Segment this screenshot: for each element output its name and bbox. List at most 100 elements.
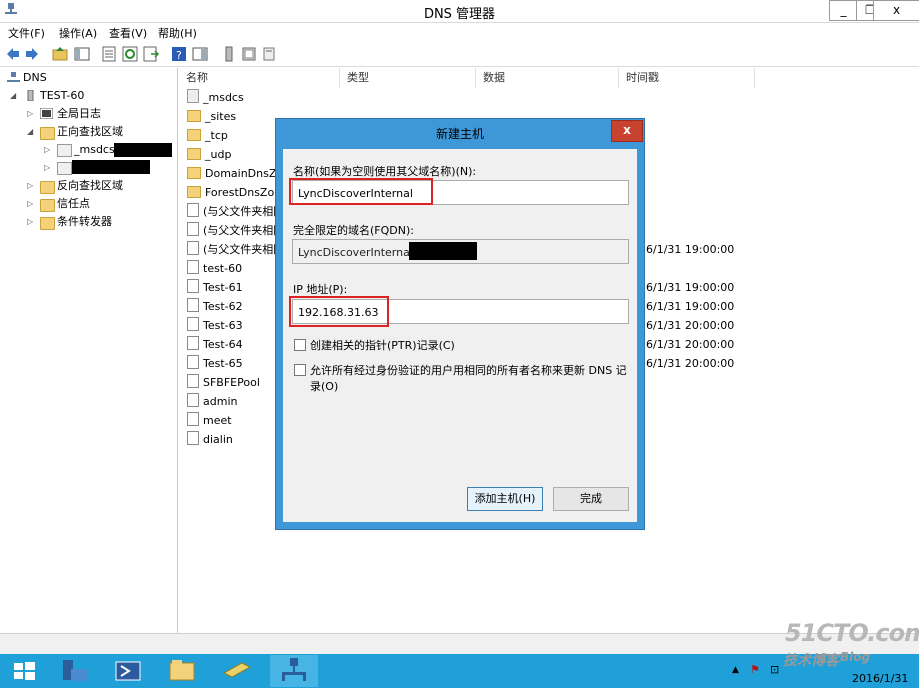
record-name: Test-62 <box>203 300 243 313</box>
tree-item-conditional-forwarders[interactable]: 条件转发器 <box>57 214 112 230</box>
menu-file[interactable]: 文件(F) <box>8 25 45 41</box>
clock-date[interactable]: 2016/1/31 <box>852 672 908 685</box>
collapse-arrow-icon[interactable]: ▷ <box>27 199 33 208</box>
menu-action[interactable]: 操作(A) <box>59 25 97 41</box>
record-name: _tcp <box>205 129 228 142</box>
console-pane-icon[interactable] <box>192 46 208 62</box>
add-host-button[interactable]: 添加主机(H) <box>467 487 543 511</box>
folder-icon <box>187 167 201 179</box>
column-header-type[interactable]: 类型 <box>340 68 476 88</box>
table-row[interactable]: _udp <box>187 146 231 164</box>
dialog-title: 新建主机 <box>435 127 484 141</box>
record-name: _msdcs <box>203 91 244 104</box>
up-folder-icon[interactable] <box>52 46 68 62</box>
server-manager-icon[interactable] <box>51 655 99 687</box>
record-timestamp: 6/1/31 19:00:00 <box>646 300 735 313</box>
record-timestamp: 6/1/31 20:00:00 <box>646 338 735 351</box>
ptr-checkbox[interactable] <box>294 339 306 351</box>
tree-item-dns[interactable]: DNS <box>23 70 47 86</box>
record-name: (与父文件夹相同 <box>203 243 285 256</box>
network-icon[interactable]: ⊡ <box>770 663 779 676</box>
table-row[interactable]: _sites <box>187 108 236 126</box>
collapse-arrow-icon[interactable]: ▷ <box>27 181 33 190</box>
collapse-arrow-icon[interactable]: ▷ <box>27 217 33 226</box>
record-name: dialin <box>203 433 233 446</box>
record-name: SFBFEPool <box>203 376 260 389</box>
collapse-arrow-icon[interactable]: ▷ <box>44 163 50 172</box>
tools-icon[interactable] <box>212 655 260 687</box>
column-header-name[interactable]: 名称 <box>179 68 340 88</box>
record-icon <box>187 241 199 255</box>
back-arrow-icon[interactable] <box>5 46 21 62</box>
properties-icon[interactable] <box>101 46 117 62</box>
watermark-blog: Blog <box>840 650 871 664</box>
tree-item-global-log[interactable]: 全局日志 <box>57 106 101 122</box>
record-icon <box>187 431 199 445</box>
export-list-icon[interactable] <box>143 46 159 62</box>
table-row[interactable]: Test-64 <box>187 336 243 354</box>
allow-update-label: 允许所有经过身份验证的用户用相同的所有者名称来更新 DNS 记 <box>310 364 627 377</box>
record-icon <box>187 260 199 274</box>
table-row[interactable]: Test-63 <box>187 317 243 335</box>
menu-view[interactable]: 查看(V) <box>109 25 147 41</box>
tree-item-trust-points[interactable]: 信任点 <box>57 196 90 212</box>
ptr-label: 创建相关的指针(PTR)记录(C) <box>310 339 455 352</box>
tray-arrow-icon[interactable]: ▲ <box>732 665 739 675</box>
expand-arrow-icon[interactable]: ◢ <box>27 127 33 136</box>
record-timestamp: 6/1/31 19:00:00 <box>646 281 735 294</box>
zone-icon <box>57 162 72 175</box>
svg-text:?: ? <box>176 49 182 62</box>
tree-item-msdcs[interactable]: _msdcs <box>74 142 115 158</box>
file-explorer-icon[interactable] <box>158 655 206 687</box>
table-row[interactable]: dialin <box>187 431 233 449</box>
table-row[interactable]: Test-61 <box>187 279 243 297</box>
record-name: _udp <box>205 148 232 161</box>
close-window-button[interactable]: x <box>873 0 919 21</box>
record-icon <box>187 412 199 426</box>
table-row[interactable]: ForestDnsZone <box>187 184 288 202</box>
table-row[interactable]: _tcp <box>187 127 228 145</box>
record-name: (与父文件夹相同 <box>203 224 285 237</box>
dialog-body: 名称(如果为空则使用其父域名称)(N): LyncDiscoverInterna… <box>283 149 637 522</box>
tree-item-server[interactable]: TEST-60 <box>40 88 84 104</box>
record-icon <box>187 317 199 331</box>
column-header-data[interactable]: 数据 <box>476 68 619 88</box>
tree-item-forward-zones[interactable]: 正向查找区域 <box>57 124 123 140</box>
table-row[interactable]: _msdcs <box>187 89 244 107</box>
table-row[interactable]: meet <box>187 412 232 430</box>
collapse-arrow-icon[interactable]: ▷ <box>44 145 50 154</box>
allow-update-checkbox[interactable] <box>294 364 306 376</box>
collapse-arrow-icon[interactable]: ▷ <box>27 109 33 118</box>
folder-icon <box>40 199 55 212</box>
tree-item-reverse-zones[interactable]: 反向查找区域 <box>57 178 123 194</box>
done-button[interactable]: 完成 <box>553 487 629 511</box>
show-hide-tree-icon[interactable] <box>74 46 90 62</box>
minimize-button[interactable]: _ <box>829 0 858 21</box>
refresh-icon[interactable] <box>122 46 138 62</box>
record-name: admin <box>203 395 238 408</box>
powershell-icon[interactable] <box>104 655 152 687</box>
column-header-timestamp[interactable]: 时间戳 <box>619 68 755 88</box>
table-row[interactable]: (与父文件夹相同 <box>187 222 284 240</box>
table-row[interactable]: (与父文件夹相同 <box>187 241 284 259</box>
dialog-close-button[interactable]: x <box>611 120 643 142</box>
record-icon <box>187 298 199 312</box>
table-row[interactable]: SFBFEPool <box>187 374 260 392</box>
table-row[interactable]: Test-65 <box>187 355 243 373</box>
dns-manager-taskbar-icon[interactable] <box>270 655 318 687</box>
record-icon[interactable] <box>261 46 277 62</box>
forward-arrow-icon[interactable] <box>24 46 40 62</box>
action-center-icon[interactable]: ⚑ <box>750 663 760 676</box>
help-icon[interactable]: ? <box>171 46 187 62</box>
menu-help[interactable]: 帮助(H) <box>158 25 197 41</box>
folder-icon <box>187 129 201 141</box>
table-row[interactable]: (与父文件夹相同 <box>187 203 284 221</box>
table-row[interactable]: admin <box>187 393 237 411</box>
server-icon[interactable] <box>221 46 237 62</box>
table-row[interactable]: DomainDnsZo <box>187 165 283 183</box>
table-row[interactable]: Test-62 <box>187 298 243 316</box>
windows-start-icon[interactable] <box>0 655 48 687</box>
table-row[interactable]: test-60 <box>187 260 242 278</box>
expand-arrow-icon[interactable]: ◢ <box>10 91 16 100</box>
zone-icon[interactable] <box>241 46 257 62</box>
